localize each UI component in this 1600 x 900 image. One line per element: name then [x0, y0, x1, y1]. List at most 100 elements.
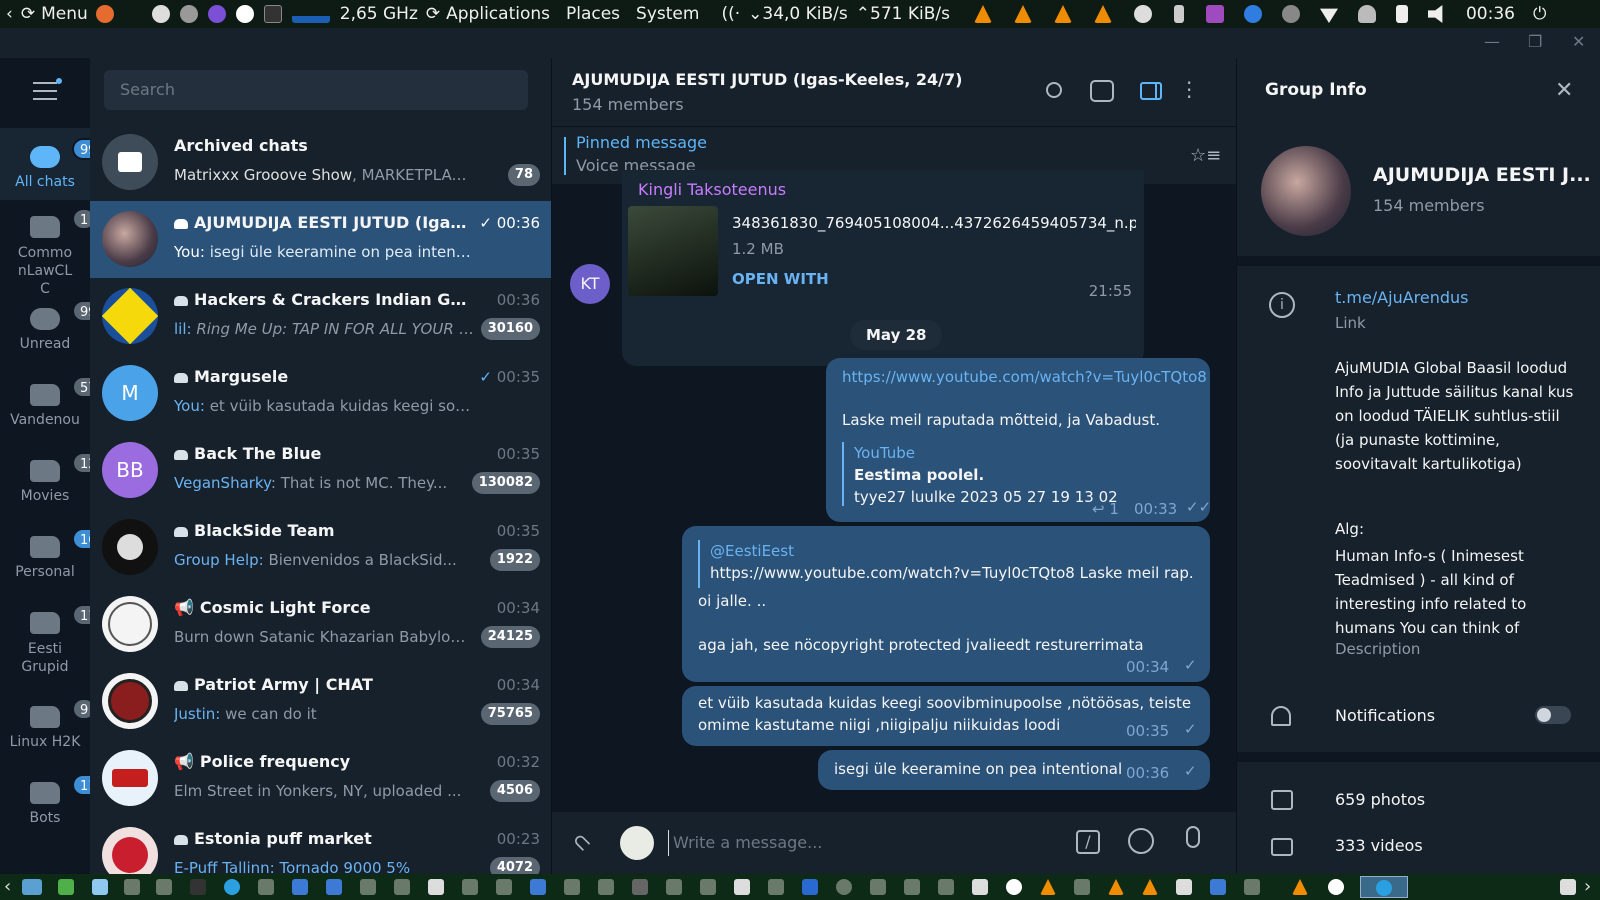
- system-menu[interactable]: System: [636, 4, 699, 24]
- taskbar-app-23[interactable]: [802, 879, 818, 895]
- taskbar-app-7[interactable]: [258, 879, 274, 895]
- reply-count[interactable]: ↩ 1: [1092, 500, 1119, 518]
- tray-icon-disk[interactable]: [1281, 5, 1300, 23]
- search-icon[interactable]: [1046, 82, 1062, 98]
- tray-icon-purple[interactable]: [1205, 5, 1224, 23]
- send-as-avatar[interactable]: [620, 826, 654, 860]
- chat-row-estonia-puff-market[interactable]: Estonia puff market 00:23 E-Puff Tallinn…: [90, 817, 551, 874]
- pinned-list-icon[interactable]: ☆≡: [1190, 145, 1221, 166]
- taskbar-telegram-active[interactable]: [1360, 876, 1408, 898]
- message-sender[interactable]: Kingli Taksoteenus: [638, 180, 786, 199]
- taskbar-right-arrow-icon[interactable]: ›: [1584, 876, 1591, 897]
- folder-movies[interactable]: 12 Movies: [0, 452, 105, 516]
- chat-row-back-the-blue[interactable]: BB Back The Blue 00:35 VeganSharky: That…: [90, 432, 551, 509]
- taskbar-app-28[interactable]: [972, 879, 988, 895]
- battery-icon[interactable]: [1395, 5, 1408, 23]
- attach-icon[interactable]: ⊂: [566, 827, 597, 858]
- tray-icon-x[interactable]: [1133, 5, 1152, 23]
- taskbar-app-21[interactable]: [734, 879, 750, 895]
- folder-commonlawclc[interactable]: 1 CommonLawCLC: [0, 208, 97, 297]
- chat-row-ajumudija[interactable]: AJUMUDIJA EESTI JUTUD (Igas-Ke... ✓ 00:3…: [90, 201, 551, 278]
- taskbar-app-6[interactable]: [190, 879, 206, 895]
- chat-row-archived[interactable]: Archived chats Matrixxx Grooove Show, MA…: [90, 124, 551, 201]
- power-icon[interactable]: ⏻: [1533, 4, 1546, 24]
- network-icon[interactable]: [1319, 8, 1338, 23]
- firefox-icon[interactable]: [95, 5, 114, 23]
- taskbar-app-29[interactable]: [1006, 879, 1022, 895]
- videos-count[interactable]: 333 videos: [1335, 836, 1423, 855]
- minimize-icon[interactable]: —: [1484, 32, 1500, 51]
- folder-unread[interactable]: 99+ Unread: [0, 300, 116, 364]
- taskbar-app-11[interactable]: [394, 879, 410, 895]
- taskbar-app-22[interactable]: [768, 879, 784, 895]
- menu-button[interactable]: ⟳ Menu: [21, 4, 88, 24]
- taskbar-app-5[interactable]: [156, 879, 172, 895]
- folder-eesti-grupid[interactable]: 11 Eesti Grupid: [0, 604, 105, 684]
- taskbar-app-4[interactable]: [124, 879, 140, 895]
- close-window-icon[interactable]: ✕: [1572, 32, 1585, 51]
- taskbar-app-15[interactable]: [530, 879, 546, 895]
- terminal-icon[interactable]: [263, 5, 282, 23]
- panel-left-arrow-icon[interactable]: ‹: [6, 4, 13, 24]
- taskbar-app-13[interactable]: [462, 879, 478, 895]
- vlc-icon-2[interactable]: [1013, 5, 1032, 23]
- link-preview[interactable]: YouTube Eestima poolel. tyye27 luulke 20…: [842, 442, 1118, 506]
- taskbar-vlc-3[interactable]: [1142, 879, 1158, 895]
- search-input[interactable]: Search: [104, 70, 528, 110]
- taskbar-app-27[interactable]: [938, 879, 954, 895]
- launcher-icon-2[interactable]: [179, 5, 198, 23]
- chat-row-blackside-team[interactable]: BlackSide Team 00:35 Group Help: Bienven…: [90, 509, 551, 586]
- trash-icon[interactable]: [1560, 879, 1576, 895]
- tray-icon-calendar[interactable]: [1243, 5, 1262, 23]
- taskbar-vlc-2[interactable]: [1108, 879, 1124, 895]
- taskbar-app-20[interactable]: [700, 879, 716, 895]
- taskbar-app-1[interactable]: [22, 879, 42, 895]
- file-thumbnail[interactable]: [628, 206, 718, 296]
- emoji-icon[interactable]: [1128, 828, 1154, 854]
- opera-icon[interactable]: [235, 5, 254, 23]
- chat-row-margusele[interactable]: M Margusele ✓ 00:35 You: et vüib kasutad…: [90, 355, 551, 432]
- taskbar-app-3[interactable]: [92, 879, 108, 895]
- vlc-icon-4[interactable]: [1093, 5, 1112, 23]
- taskbar-app-14[interactable]: [496, 879, 512, 895]
- folder-bots[interactable]: 11 Bots: [0, 774, 105, 838]
- taskbar-vlc-4[interactable]: [1292, 879, 1308, 895]
- taskbar-app-30[interactable]: [1074, 879, 1090, 895]
- taskbar-app-8[interactable]: [292, 879, 308, 895]
- taskbar-vlc-1[interactable]: [1040, 879, 1056, 895]
- taskbar-app-2[interactable]: [58, 879, 74, 895]
- group-link[interactable]: t.me/AjuArendus: [1335, 288, 1469, 307]
- taskbar-left-arrow-icon[interactable]: ‹: [4, 876, 11, 897]
- taskbar-app-18[interactable]: [632, 879, 648, 895]
- group-avatar[interactable]: [1261, 146, 1351, 236]
- notification-bell-icon[interactable]: [1357, 5, 1376, 23]
- launcher-icon-3[interactable]: [207, 5, 226, 23]
- open-with-button[interactable]: OPEN WITH: [732, 270, 829, 288]
- folder-all-chats[interactable]: 99+ All chats: [0, 128, 116, 200]
- taskbar-telegram-1[interactable]: [224, 879, 240, 895]
- places-menu[interactable]: Places: [566, 4, 620, 24]
- bot-commands-icon[interactable]: /: [1076, 830, 1100, 854]
- volume-icon[interactable]: [1427, 5, 1443, 23]
- folder-personal[interactable]: 16 Personal: [0, 528, 105, 592]
- taskbar-app-26[interactable]: [904, 879, 920, 895]
- vlc-icon-1[interactable]: [973, 5, 992, 23]
- taskbar-app-17[interactable]: [598, 879, 614, 895]
- chat-row-patriot-army[interactable]: Patriot Army | CHAT 00:34 Justin: we can…: [90, 663, 551, 740]
- applications-menu[interactable]: ⟳ Applications: [426, 4, 550, 24]
- taskbar-app-31[interactable]: [1210, 879, 1226, 895]
- bluetooth-icon[interactable]: [1173, 5, 1184, 23]
- message-link[interactable]: https://www.youtube.com/watch?v=Tuyl0cTQ…: [842, 368, 1207, 386]
- launcher-icon-1[interactable]: [151, 5, 170, 23]
- sidebar-toggle-icon[interactable]: [1140, 82, 1162, 100]
- message-input[interactable]: Write a message...: [668, 830, 1048, 856]
- taskbar-app-19[interactable]: [666, 879, 682, 895]
- clock[interactable]: 00:36: [1466, 4, 1515, 24]
- taskbar-app-25[interactable]: [870, 879, 886, 895]
- taskbar-app-10[interactable]: [360, 879, 376, 895]
- chat-header[interactable]: AJUMUDIJA EESTI JUTUD (Igas-Keeles, 24/7…: [552, 58, 1236, 126]
- taskbar-mail[interactable]: [1176, 879, 1192, 895]
- taskbar-app-16[interactable]: [564, 879, 580, 895]
- voice-chat-icon[interactable]: [1090, 80, 1114, 102]
- photos-count[interactable]: 659 photos: [1335, 790, 1425, 809]
